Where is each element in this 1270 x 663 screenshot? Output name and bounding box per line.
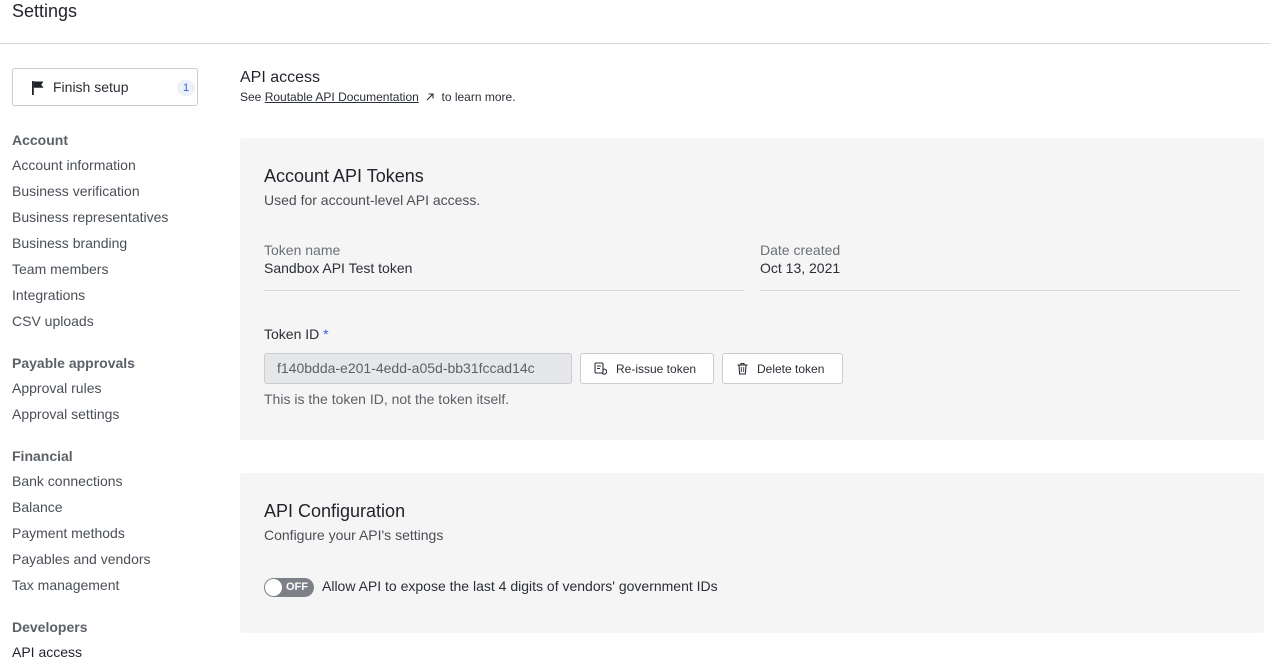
sidebar-item-tax-management[interactable]: Tax management: [12, 577, 119, 593]
delete-token-label: Delete token: [757, 362, 825, 376]
subtitle-suffix: to learn more.: [441, 90, 516, 104]
reissue-icon: [594, 362, 607, 375]
top-bar: Settings: [0, 0, 1270, 44]
page-title: Settings: [12, 1, 78, 21]
reissue-token-label: Re-issue token: [616, 362, 697, 376]
finish-setup-count-badge: 1: [177, 80, 195, 96]
trash-icon: [737, 362, 748, 375]
date-created-label: Date created: [760, 242, 841, 258]
token-name-divider: [264, 290, 744, 291]
api-documentation-link[interactable]: Routable API Documentation: [265, 90, 419, 104]
delete-token-button[interactable]: Delete token: [722, 353, 843, 384]
subtitle-prefix: See: [240, 90, 262, 104]
sidebar-item-payables-and-vendors[interactable]: Payables and vendors: [12, 551, 151, 567]
sidebar-item-integrations[interactable]: Integrations: [12, 287, 85, 303]
sidebar-item-csv-uploads[interactable]: CSV uploads: [12, 313, 94, 329]
sidebar-item-business-verification[interactable]: Business verification: [12, 183, 140, 199]
sidebar-item-account-information[interactable]: Account information: [12, 157, 136, 173]
tokens-card-subtitle: Used for account-level API access.: [264, 192, 481, 208]
sidebar-item-approval-rules[interactable]: Approval rules: [12, 380, 102, 396]
expose-gov-id-label: Allow API to expose the last 4 digits of…: [322, 578, 718, 594]
sidebar-item-api-access[interactable]: API access: [12, 644, 82, 660]
account-api-tokens-card: Account API Tokens Used for account-leve…: [240, 138, 1264, 440]
nav-group-financial: Financial: [12, 448, 73, 464]
sidebar-item-approval-settings[interactable]: Approval settings: [12, 406, 119, 422]
flag-icon: [32, 81, 44, 95]
config-card-subtitle: Configure your API's settings: [264, 527, 444, 543]
reissue-token-button[interactable]: Re-issue token: [580, 353, 714, 384]
token-id-help-text: This is the token ID, not the token itse…: [264, 391, 510, 407]
sidebar-item-business-branding[interactable]: Business branding: [12, 235, 127, 251]
finish-setup-button[interactable]: Finish setup 1: [12, 68, 198, 106]
section-subtitle: See Routable API Documentation to learn …: [240, 90, 516, 104]
sidebar-item-payment-methods[interactable]: Payment methods: [12, 525, 125, 541]
finish-setup-label: Finish setup: [53, 79, 129, 95]
toggle-knob: [265, 579, 282, 596]
token-name-value: Sandbox API Test token: [264, 260, 413, 276]
toggle-state-label: OFF: [286, 581, 308, 593]
token-id-label: Token ID *: [264, 326, 329, 342]
expose-gov-id-toggle[interactable]: OFF: [264, 578, 314, 597]
nav-group-account: Account: [12, 132, 68, 148]
token-id-field[interactable]: f140bdda-e201-4edd-a05d-bb31fccad14c: [264, 353, 572, 384]
tokens-card-title: Account API Tokens: [264, 166, 424, 186]
external-link-icon: [426, 93, 434, 101]
token-name-label: Token name: [264, 242, 341, 258]
date-created-value: Oct 13, 2021: [760, 260, 841, 276]
nav-group-payable-approvals: Payable approvals: [12, 355, 135, 371]
config-card-title: API Configuration: [264, 501, 406, 521]
token-id-label-text: Token ID: [264, 326, 320, 342]
required-indicator: *: [323, 326, 329, 342]
date-created-divider: [760, 290, 1240, 291]
sidebar-item-business-representatives[interactable]: Business representatives: [12, 209, 168, 225]
nav-group-developers: Developers: [12, 619, 88, 635]
sidebar-item-team-members[interactable]: Team members: [12, 261, 108, 277]
api-configuration-card: API Configuration Configure your API's s…: [240, 473, 1264, 633]
sidebar-item-bank-connections[interactable]: Bank connections: [12, 473, 123, 489]
section-title: API access: [240, 69, 321, 86]
sidebar-item-balance[interactable]: Balance: [12, 499, 63, 515]
